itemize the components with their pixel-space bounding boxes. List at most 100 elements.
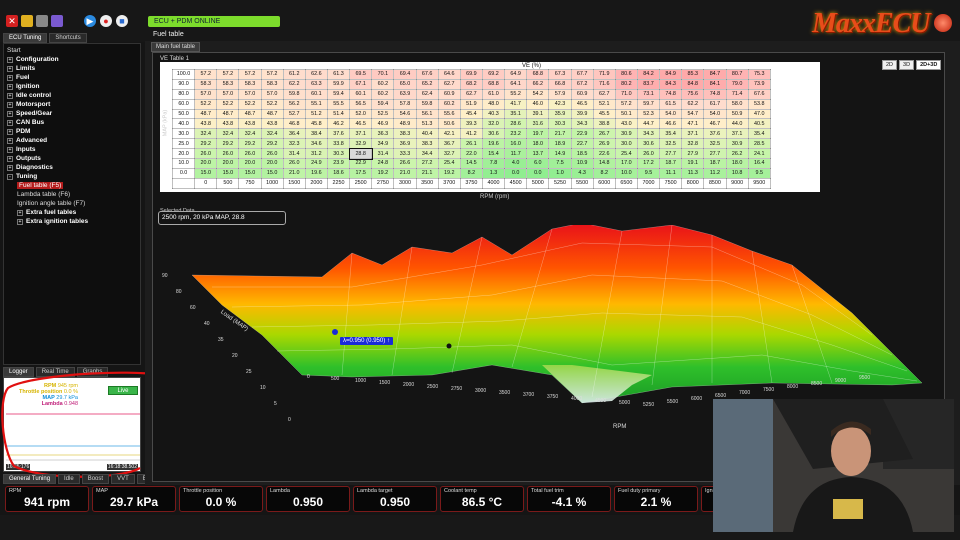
- tab-shortcuts[interactable]: Shortcuts: [49, 33, 87, 43]
- ve-cell[interactable]: 21.1: [415, 167, 439, 179]
- ve-cell[interactable]: 48.7: [238, 108, 262, 120]
- ve-cell[interactable]: 67.6: [415, 69, 439, 80]
- ve-cell[interactable]: 58.3: [194, 78, 218, 90]
- ve-cell[interactable]: 59.4: [371, 98, 395, 110]
- expand-icon[interactable]: +: [7, 93, 13, 99]
- ve-cell[interactable]: 59.9: [326, 78, 351, 90]
- ve-cell[interactable]: 80.7: [725, 69, 749, 80]
- ve-cell[interactable]: 26.6: [393, 158, 417, 169]
- ve-cell[interactable]: 38.4: [304, 128, 328, 140]
- ve-cell[interactable]: 32.4: [238, 128, 262, 140]
- ve-cell[interactable]: 45.4: [459, 108, 483, 120]
- ve-cell[interactable]: 52.0: [349, 108, 373, 120]
- ve-cell[interactable]: 32.5: [659, 138, 683, 150]
- gauge[interactable]: Lambda target 0.950: [353, 486, 437, 512]
- ve-cell[interactable]: 64.6: [437, 69, 461, 80]
- ve-cell[interactable]: 48.7: [194, 108, 218, 120]
- expand-icon[interactable]: +: [17, 219, 23, 225]
- ve-cell[interactable]: 30.6: [481, 128, 506, 140]
- tree-item[interactable]: + Inputs: [7, 145, 137, 154]
- ve-cell[interactable]: 64.1: [504, 78, 528, 90]
- ve-cell[interactable]: 48.0: [481, 98, 506, 110]
- ve-cell[interactable]: 15.0: [260, 167, 284, 179]
- ve-cell[interactable]: 52.2: [216, 98, 240, 110]
- ve-cell[interactable]: 52.1: [592, 98, 616, 110]
- ve-cell[interactable]: 85.3: [681, 69, 705, 80]
- ve-cell[interactable]: 52.5: [371, 108, 395, 120]
- gauge[interactable]: RPM 941 rpm: [5, 486, 89, 512]
- ve-cell[interactable]: 0.0: [526, 167, 550, 179]
- ve-cell[interactable]: 17.0: [614, 158, 638, 169]
- ve-cell[interactable]: 18.7: [659, 158, 683, 169]
- ve-cell[interactable]: 63.3: [304, 78, 328, 90]
- ve-cell[interactable]: 29.2: [238, 138, 262, 150]
- play-icon[interactable]: ▶: [84, 15, 96, 27]
- ve-cell[interactable]: 37.6: [703, 128, 727, 140]
- ve-cell[interactable]: 64.9: [504, 69, 528, 80]
- ve-cell[interactable]: 41.7: [504, 98, 528, 110]
- tree-item[interactable]: + Ignition: [7, 82, 137, 91]
- ve-cell[interactable]: 37.1: [681, 128, 705, 140]
- ve-cell[interactable]: 62.6: [304, 69, 328, 80]
- ve-cell[interactable]: 15.0: [216, 167, 240, 179]
- ve-cell[interactable]: 29.2: [194, 138, 218, 150]
- ve-cell[interactable]: 26.9: [592, 138, 616, 150]
- ve-cell[interactable]: 61.2: [282, 69, 306, 80]
- ve-cell[interactable]: 45.5: [592, 108, 616, 120]
- ve-cell[interactable]: 22.6: [592, 148, 616, 160]
- ve-cell[interactable]: 57.0: [238, 88, 262, 100]
- ve-cell[interactable]: 52.2: [194, 98, 218, 110]
- gauge[interactable]: MAP 29.7 kPa: [92, 486, 176, 512]
- tree-item[interactable]: + CAN Bus: [7, 118, 137, 127]
- ve-cell[interactable]: 32.3: [282, 138, 306, 150]
- ve-cell[interactable]: 10.9: [570, 158, 594, 169]
- tree-item[interactable]: + Fuel: [7, 73, 137, 82]
- ve-cell[interactable]: 40.5: [747, 118, 771, 130]
- ve-cell[interactable]: 54.0: [703, 108, 727, 120]
- ve-cell[interactable]: 59.8: [282, 88, 306, 100]
- tree-item[interactable]: + Outputs: [7, 154, 137, 163]
- ve-cell[interactable]: 44.0: [725, 118, 749, 130]
- ve-cell[interactable]: 33.3: [393, 148, 417, 160]
- ve-cell[interactable]: 40.4: [415, 128, 439, 140]
- tree-item[interactable]: + Advanced: [7, 136, 137, 145]
- ve-cell[interactable]: 0.0: [504, 167, 528, 179]
- ve-cell[interactable]: 20.0: [260, 158, 284, 169]
- ve-cell[interactable]: 32.9: [349, 138, 373, 150]
- ve-cell[interactable]: 27.7: [659, 148, 683, 160]
- ve-cell[interactable]: 26.0: [636, 148, 661, 160]
- tree-item[interactable]: + Diagnostics: [7, 163, 137, 172]
- ve-cell[interactable]: 36.4: [282, 128, 306, 140]
- ve-cell[interactable]: 31.2: [304, 148, 328, 160]
- ve-cell[interactable]: 59.8: [415, 98, 439, 110]
- collapse-icon[interactable]: -: [7, 174, 13, 180]
- tree-item[interactable]: + PDM: [7, 127, 137, 136]
- ve-cell[interactable]: 43.8: [194, 118, 218, 130]
- ve-cell[interactable]: 29.2: [260, 138, 284, 150]
- ve-cell[interactable]: 83.7: [636, 78, 661, 90]
- ve-cell[interactable]: 30.9: [725, 138, 749, 150]
- ve-cell[interactable]: 32.4: [194, 128, 218, 140]
- ve-cell[interactable]: 54.6: [393, 108, 417, 120]
- ve-cell[interactable]: 84.9: [659, 69, 683, 80]
- ve-cell[interactable]: 22.7: [570, 138, 594, 150]
- ve-cell[interactable]: 45.8: [304, 118, 328, 130]
- ve-cell[interactable]: 14.9: [548, 148, 572, 160]
- ve-cell[interactable]: 30.6: [636, 138, 661, 150]
- ve-cell[interactable]: 23.9: [326, 158, 351, 169]
- ve-cell[interactable]: 35.1: [504, 108, 528, 120]
- ve-cell[interactable]: 31.6: [526, 118, 550, 130]
- ve-cell[interactable]: 50.6: [437, 118, 461, 130]
- ve-cell[interactable]: 59.7: [636, 98, 661, 110]
- ve-cell[interactable]: 60.2: [371, 88, 395, 100]
- ve-cell[interactable]: 70.1: [371, 69, 395, 80]
- ve-cell[interactable]: 71.6: [592, 78, 616, 90]
- ve-cell[interactable]: 18.0: [725, 158, 749, 169]
- ve-cell[interactable]: 9.5: [747, 167, 771, 179]
- ve-cell[interactable]: 11.7: [504, 148, 528, 160]
- ve-cell[interactable]: 32.5: [703, 138, 727, 150]
- ve-cell[interactable]: 71.4: [725, 88, 749, 100]
- ve-cell[interactable]: 68.8: [526, 69, 550, 80]
- ve-cell[interactable]: 71.9: [592, 69, 616, 80]
- expand-icon[interactable]: +: [7, 165, 13, 171]
